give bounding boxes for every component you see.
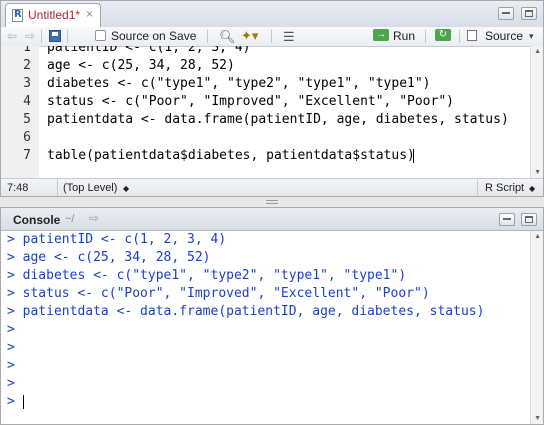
- line-number: 2: [23, 58, 31, 73]
- code-text: patientID <- c(1, 2, 3, 4): [47, 46, 251, 55]
- cursor-position: 7:48: [7, 182, 29, 194]
- rerun-icon[interactable]: ↻: [435, 29, 451, 41]
- tab-close-icon[interactable]: ×: [86, 7, 93, 21]
- code-text: diabetes <- c("type1", "type2", "type1",…: [47, 76, 431, 91]
- toolbar-divider: [41, 30, 42, 43]
- console-line: >: [7, 358, 15, 373]
- minimize-pane-button[interactable]: [498, 213, 515, 226]
- search-icon[interactable]: 🔍︎: [219, 29, 236, 44]
- editor-tab-bar: Untitled1* ×: [1, 1, 543, 28]
- console-output[interactable]: > patientID <- c(1, 2, 3, 4) > age <- c(…: [1, 231, 531, 424]
- line-number: 6: [23, 130, 31, 145]
- line-number: 4: [23, 94, 31, 109]
- forward-arrow-icon[interactable]: ⇨: [25, 29, 35, 44]
- console-line: >: [7, 322, 15, 337]
- tab-untitled1[interactable]: Untitled1* ×: [5, 3, 101, 27]
- tab-title: Untitled1*: [28, 8, 81, 22]
- maximize-pane-button[interactable]: [521, 213, 537, 226]
- status-divider: [477, 179, 479, 196]
- console-line: > age <- c(25, 34, 28, 52): [7, 250, 211, 265]
- line-number: 5: [23, 112, 31, 127]
- console-working-directory: ~/: [65, 213, 75, 225]
- file-type-dropdown-icon[interactable]: ◆: [529, 184, 535, 193]
- save-icon[interactable]: [49, 30, 61, 42]
- line-number: 1: [23, 46, 31, 55]
- toolbar-divider: [67, 30, 68, 43]
- back-arrow-icon[interactable]: ⇦: [7, 29, 17, 44]
- source-icon[interactable]: [467, 30, 477, 41]
- text-cursor: [413, 149, 414, 163]
- r-file-icon: [12, 9, 23, 22]
- console-tab-bar: Console ~/ ⇨: [1, 208, 543, 231]
- code-text: status <- c("Poor", "Improved", "Excelle…: [47, 94, 454, 109]
- console-line: > diabetes <- c("type1", "type2", "type1…: [7, 268, 407, 283]
- console-line: >: [7, 340, 15, 355]
- code-tools-wand-icon[interactable]: ✦▾: [241, 28, 258, 43]
- scroll-down-arrow-icon[interactable]: ▼: [534, 169, 541, 176]
- minimize-pane-button[interactable]: [497, 7, 514, 20]
- code-editor[interactable]: 1 patientID <- c(1, 2, 3, 4) 2 age <- c(25…: [1, 46, 531, 178]
- toolbar-divider: [207, 30, 208, 43]
- editor-toolbar: ⇦ ⇨ Source on Save 🔍︎ ✦▾ ☰ → Run ↻ Sourc…: [1, 27, 543, 47]
- source-on-save-label[interactable]: Source on Save: [111, 29, 196, 44]
- line-number: 3: [23, 76, 31, 91]
- scroll-up-arrow-icon[interactable]: ▲: [534, 48, 541, 55]
- scroll-down-arrow-icon[interactable]: ▼: [534, 415, 541, 422]
- console-scrollbar[interactable]: ▲ ▼: [530, 231, 543, 424]
- source-button[interactable]: Source: [485, 29, 523, 44]
- console-prompt[interactable]: >: [7, 393, 15, 411]
- console-line: > status <- c("Poor", "Improved", "Excel…: [7, 286, 430, 301]
- console-title[interactable]: Console: [13, 213, 60, 227]
- source-editor-pane: Untitled1* × ⇦ ⇨ Source on Save 🔍︎ ✦▾ ☰ …: [0, 0, 544, 197]
- code-text: table(patientdata$diabetes, patientdata$…: [47, 148, 415, 163]
- pane-window-controls: [495, 7, 537, 25]
- console-line: > patientID <- c(1, 2, 3, 4): [7, 232, 227, 247]
- file-type-selector[interactable]: R Script: [485, 182, 524, 194]
- console-pane: Console ~/ ⇨ > patientID <- c(1, 2, 3, 4…: [0, 207, 544, 425]
- toolbar-divider: [271, 30, 272, 43]
- status-divider: [57, 179, 59, 196]
- scope-dropdown-icon[interactable]: ◆: [123, 184, 129, 193]
- toolbar-divider: [459, 30, 460, 43]
- compile-notebook-icon[interactable]: ☰: [283, 29, 295, 44]
- run-icon[interactable]: →: [373, 29, 389, 41]
- run-button[interactable]: Run: [393, 29, 415, 44]
- editor-status-bar: 7:48 (Top Level) ◆ R Script ◆: [1, 178, 543, 196]
- console-line: > patientdata <- data.frame(patientID, a…: [7, 304, 485, 319]
- console-cursor: [23, 395, 24, 409]
- line-number: 7: [23, 148, 31, 163]
- console-line: >: [7, 376, 15, 391]
- maximize-pane-button[interactable]: [521, 7, 537, 20]
- pane-window-controls: [496, 213, 537, 229]
- goto-directory-icon[interactable]: ⇨: [89, 211, 99, 225]
- scope-selector[interactable]: (Top Level): [63, 182, 117, 194]
- code-text: age <- c(25, 34, 28, 52): [47, 58, 235, 73]
- pane-splitter-handle[interactable]: [264, 199, 280, 205]
- editor-scrollbar[interactable]: ▲ ▼: [530, 46, 543, 178]
- source-on-save-checkbox[interactable]: [95, 30, 106, 41]
- scroll-up-arrow-icon[interactable]: ▲: [534, 233, 541, 240]
- code-text: patientdata <- data.frame(patientID, age…: [47, 112, 509, 127]
- toolbar-divider: [425, 30, 426, 43]
- source-dropdown-caret-icon[interactable]: ▾: [529, 29, 534, 44]
